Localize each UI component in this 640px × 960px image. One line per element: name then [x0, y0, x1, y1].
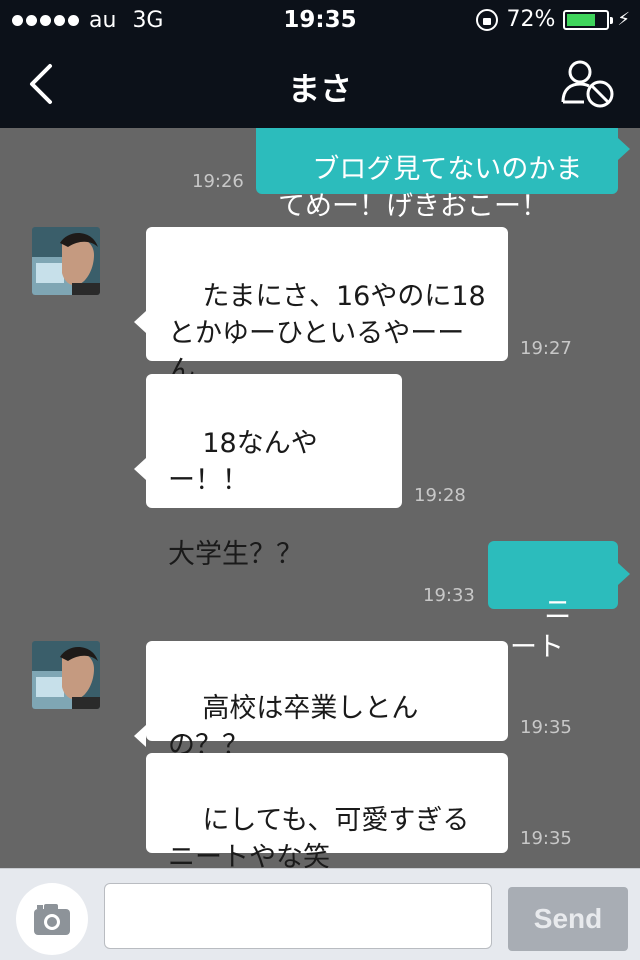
network-label: 3G: [132, 8, 164, 33]
nav-bar: まさ: [0, 40, 640, 128]
message-time: 19:35: [520, 717, 572, 738]
message-bubble-outgoing[interactable]: ニート: [488, 541, 630, 663]
message-input[interactable]: [104, 883, 492, 949]
message-time: 19:26: [192, 171, 244, 192]
contact-avatar-image: [32, 227, 100, 295]
chevron-left-icon: [30, 64, 52, 104]
camera-button[interactable]: [16, 883, 88, 955]
message-time: 19:28: [414, 485, 466, 506]
message-bubble-incoming[interactable]: たまにさ、16やのに18とかゆーひといるやーーん: [134, 227, 508, 386]
message-bubble-incoming[interactable]: 18なんやー！！ 大学生？？: [134, 374, 402, 570]
battery-fill: [567, 13, 595, 26]
message-text: ブログ見てないのかまてめー！げきおこー！: [278, 154, 583, 222]
back-button[interactable]: [20, 58, 70, 108]
message-text: ニート: [510, 595, 572, 663]
battery-percent: 72%: [506, 7, 556, 32]
chat-title: まさ: [287, 70, 352, 108]
rotation-lock-icon: [476, 8, 499, 31]
avatar[interactable]: [32, 641, 100, 709]
message-time: 19:33: [423, 585, 475, 606]
carrier-label: au: [89, 8, 117, 33]
battery-icon: [563, 9, 614, 30]
camera-icon: [34, 904, 70, 935]
message-bubble-outgoing[interactable]: ブログ見てないのかまてめー！げきおこー！: [256, 128, 630, 222]
status-bar: au 3G 19:35 72% ⚡: [0, 0, 640, 40]
message-text: 高校は卒業しとんの？？: [168, 693, 419, 761]
chat-area[interactable]: ブログ見てないのかまてめー！げきおこー！ .m0::after{top:20px…: [0, 128, 640, 868]
status-left: au 3G: [12, 8, 163, 33]
message-time: 19:35: [520, 828, 572, 849]
block-user-button[interactable]: [560, 58, 616, 110]
charging-icon: ⚡: [617, 9, 630, 30]
message-bubble-incoming[interactable]: にしても、可愛すぎるニートやな笑: [146, 753, 508, 868]
message-text: たまにさ、16やのに18とかゆーひといるやーーん: [168, 281, 486, 386]
message-bubble-incoming[interactable]: 高校は卒業しとんの？？: [134, 641, 508, 761]
signal-strength-icon: [12, 15, 79, 26]
avatar[interactable]: [32, 227, 100, 295]
message-time: 19:27: [520, 338, 572, 359]
send-button[interactable]: Send: [508, 887, 628, 951]
block-user-icon: [561, 60, 614, 108]
message-text: にしても、可愛すぎるニートやな笑: [168, 805, 470, 868]
message-composer: Send: [0, 868, 640, 960]
contact-avatar-image: [32, 641, 100, 709]
status-right: 72% ⚡: [476, 7, 630, 32]
message-text: 18なんやー！！ 大学生？？: [168, 428, 318, 570]
